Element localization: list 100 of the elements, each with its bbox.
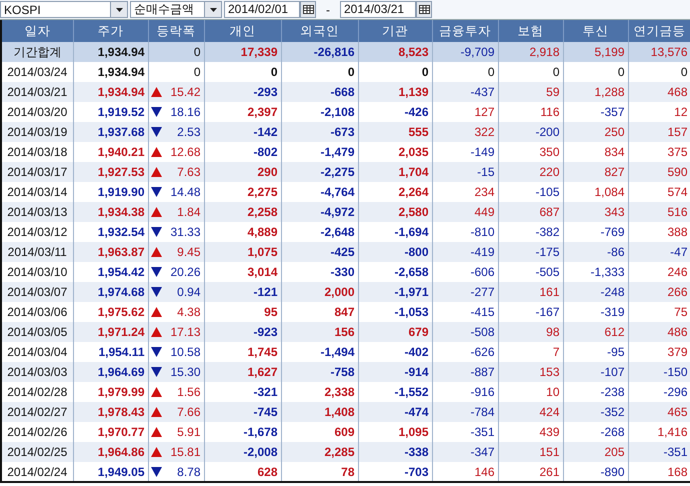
table-cell: 17,339	[204, 42, 281, 62]
table-cell: -200	[498, 122, 563, 142]
change-value: 10.58	[170, 345, 200, 359]
up-arrow-icon	[150, 87, 162, 97]
table-cell: 8,523	[358, 42, 432, 62]
change-value: 4.38	[177, 305, 200, 319]
table-cell: 1,934.94	[73, 62, 148, 82]
up-arrow-icon	[150, 247, 162, 257]
table-cell: 2,258	[204, 202, 281, 222]
table-cell: 2,000	[281, 282, 358, 302]
table-cell: 0	[628, 62, 690, 82]
table-cell: 1,964.86	[73, 442, 148, 462]
table-cell: -248	[563, 282, 628, 302]
table-cell: -142	[204, 122, 281, 142]
table-cell: -1,694	[358, 222, 432, 242]
table-cell: 290	[204, 162, 281, 182]
table-cell: 2014/03/24	[1, 62, 73, 82]
dropdown-button[interactable]	[204, 2, 221, 17]
table-cell: 2014/03/11	[1, 242, 73, 262]
calendar-icon	[302, 5, 314, 14]
table-cell: 2014/03/17	[1, 162, 73, 182]
down-arrow-icon	[150, 267, 162, 277]
table-cell: -745	[204, 402, 281, 422]
change-value: 5.91	[177, 425, 200, 439]
table-cell: -1,479	[281, 142, 358, 162]
table-cell: 2014/03/06	[1, 302, 73, 322]
table-cell: 98	[498, 322, 563, 342]
table-cell: -606	[432, 262, 498, 282]
column-header: 등락폭	[148, 20, 204, 42]
table-cell: -238	[563, 382, 628, 402]
down-arrow-icon	[150, 347, 162, 357]
column-header: 금융투자	[432, 20, 498, 42]
table-cell: -916	[432, 382, 498, 402]
table-cell: -1,678	[204, 422, 281, 442]
table-cell: 0	[432, 62, 498, 82]
change-value: 20.26	[170, 265, 200, 279]
table-cell: -2,658	[358, 262, 432, 282]
table-cell: -338	[358, 442, 432, 462]
table-cell: 127	[432, 102, 498, 122]
calendar-button[interactable]	[416, 1, 432, 18]
up-arrow-icon	[150, 387, 162, 397]
table-cell: -802	[204, 142, 281, 162]
table-cell: 3,014	[204, 262, 281, 282]
change-value: 0	[194, 65, 200, 79]
table-cell: 2,338	[281, 382, 358, 402]
caret-icon	[210, 8, 216, 12]
table-cell: 2014/03/21	[1, 82, 73, 102]
down-arrow-icon	[150, 367, 162, 377]
up-arrow-icon	[150, 307, 162, 317]
dropdown-button[interactable]	[110, 2, 127, 17]
table-cell: 424	[498, 402, 563, 422]
calendar-icon	[418, 5, 430, 14]
table-cell: 439	[498, 422, 563, 442]
table-cell: 266	[628, 282, 690, 302]
column-header: 외국인	[281, 20, 358, 42]
table-cell: 1,970.77	[73, 422, 148, 442]
table-cell: -419	[432, 242, 498, 262]
table-cell: -26,816	[281, 42, 358, 62]
calendar-button[interactable]	[300, 1, 316, 18]
table-cell: -2,648	[281, 222, 358, 242]
table-cell: -319	[563, 302, 628, 322]
table-cell: -86	[563, 242, 628, 262]
table-cell: 220	[498, 162, 563, 182]
change-value: 18.16	[170, 105, 200, 119]
up-arrow-icon	[150, 167, 162, 177]
table-cell: 2014/03/14	[1, 182, 73, 202]
date-field[interactable]: 2014/03/21	[340, 1, 416, 18]
change-value: 31.33	[170, 225, 200, 239]
table-cell: 555	[358, 122, 432, 142]
down-arrow-icon	[150, 227, 162, 237]
table-cell: 1,745	[204, 342, 281, 362]
change-value: 0.94	[177, 285, 200, 299]
table-cell: 기간합계	[1, 42, 73, 62]
table-cell: 379	[628, 342, 690, 362]
table-cell: 2014/02/26	[1, 422, 73, 442]
table-cell: 7	[498, 342, 563, 362]
table-cell: 1,934.38	[73, 202, 148, 222]
table-cell: -1,333	[563, 262, 628, 282]
table-cell: 1,971.24	[73, 322, 148, 342]
table-cell: 2014/02/28	[1, 382, 73, 402]
change-value: 0	[194, 45, 200, 59]
table-cell: 2,264	[358, 182, 432, 202]
table-cell: 1,084	[563, 182, 628, 202]
table-cell: 2014/03/07	[1, 282, 73, 302]
table-cell: -351	[432, 422, 498, 442]
table-cell: -402	[358, 342, 432, 362]
column-header: 기관	[358, 20, 432, 42]
table-cell: 574	[628, 182, 690, 202]
table-cell: 10	[498, 382, 563, 402]
table-cell: 157	[628, 122, 690, 142]
table-cell: 116	[498, 102, 563, 122]
table-cell: 2,285	[281, 442, 358, 462]
table-cell: 1,288	[563, 82, 628, 102]
table-cell: 1,978.43	[73, 402, 148, 422]
date-field[interactable]: 2014/02/01	[224, 1, 300, 18]
table-cell: 0	[358, 62, 432, 82]
table-cell: 1,919.52	[73, 102, 148, 122]
mode-dropdown[interactable]: 순매수금액	[130, 1, 222, 18]
market-dropdown[interactable]: KOSPI	[0, 1, 128, 18]
table-cell: 0	[498, 62, 563, 82]
